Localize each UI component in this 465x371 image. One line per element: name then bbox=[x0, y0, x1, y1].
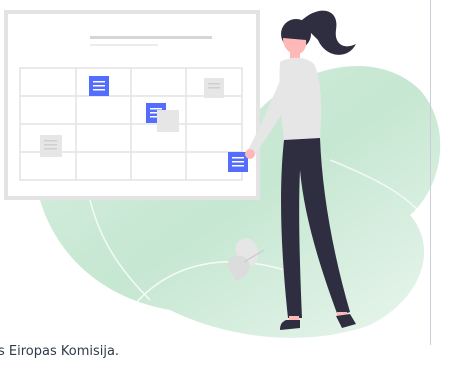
footer-caption: s Eiropas Komisija. bbox=[0, 344, 120, 359]
sticky-note-blue-1 bbox=[89, 76, 109, 96]
illustration bbox=[4, 10, 441, 338]
vertical-divider bbox=[430, 0, 431, 345]
sticky-note-gray-2 bbox=[204, 78, 224, 98]
sticky-note-in-hand bbox=[228, 152, 248, 172]
sticky-note-gray-3 bbox=[40, 135, 62, 157]
sticky-note-gray-1 bbox=[157, 110, 179, 132]
planning-board bbox=[4, 10, 260, 200]
